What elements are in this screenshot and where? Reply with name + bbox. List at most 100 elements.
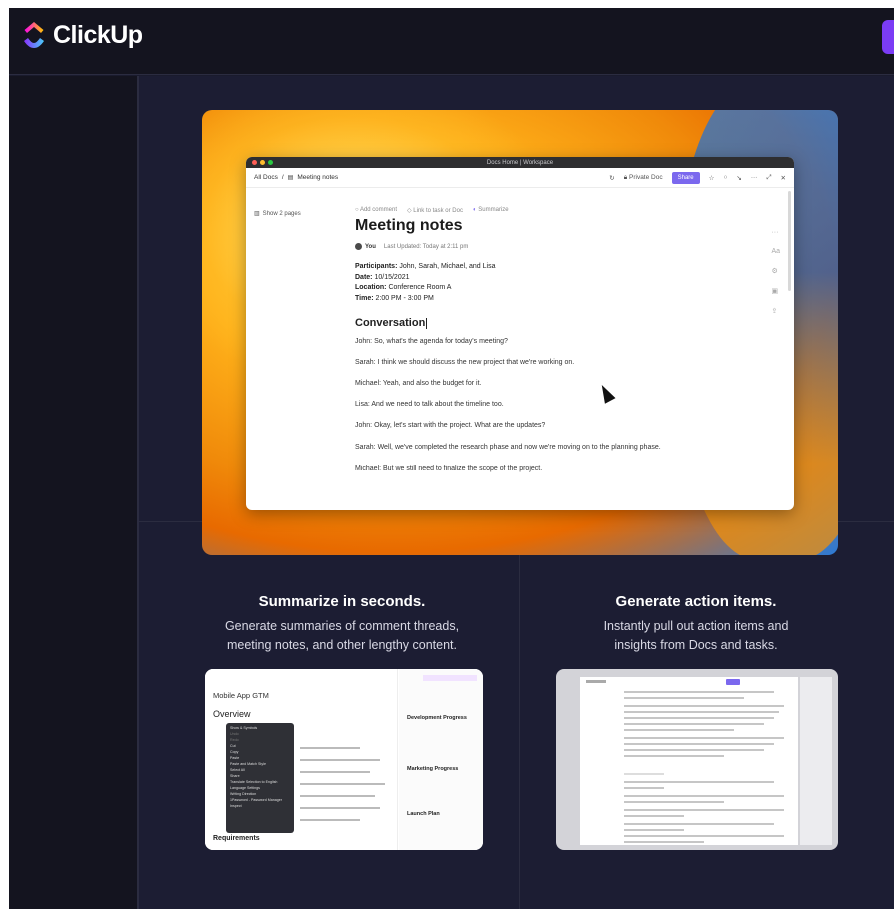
feature-description-line: Instantly pull out action items and	[603, 619, 789, 633]
maximize-window-dot[interactable]	[268, 160, 273, 165]
doc-body: ○ Add comment ◇ Link to task or Doc ◐ Su…	[355, 207, 735, 473]
pages-icon: ▥	[254, 211, 260, 217]
preview-text-line	[624, 795, 784, 797]
more-icon[interactable]: ···	[751, 174, 758, 181]
ai-icon: ◐	[472, 207, 477, 213]
clickup-logo[interactable]: ClickUp	[21, 20, 143, 50]
time-value: 2:00 PM - 3:00 PM	[373, 294, 434, 302]
font-size-icon[interactable]: Aa	[771, 248, 780, 255]
section-heading[interactable]: Conversation	[355, 317, 735, 329]
private-doc-toggle[interactable]: 🔒︎ Private Doc	[624, 174, 663, 182]
show-pages-toggle[interactable]: ▥ Show 2 pages	[254, 210, 301, 218]
more-options-icon[interactable]: ···	[771, 229, 780, 236]
image-icon[interactable]: ▣	[771, 287, 780, 295]
export-icon[interactable]: ↘	[736, 174, 741, 182]
show-pages-label: Show 2 pages	[262, 210, 301, 217]
doc-toolbar: All Docs / ▤ Meeting notes ↻ 🔒︎ Private …	[246, 168, 794, 188]
conversation-line[interactable]: Sarah: Well, we've completed the researc…	[355, 444, 735, 465]
preview-text-line	[624, 691, 774, 693]
feature-description-summarize: Generate summaries of comment threads, m…	[192, 617, 492, 655]
star-icon[interactable]: ☆	[709, 174, 715, 182]
preview-text-line	[624, 711, 779, 713]
section-heading-text: Conversation	[355, 317, 426, 330]
preview-text-line	[300, 783, 385, 785]
preview-overview-heading: Overview	[213, 709, 251, 719]
add-comment-action[interactable]: ○ Add comment	[355, 207, 397, 214]
feature-title-action-items: Generate action items.	[615, 593, 777, 610]
conversation-line[interactable]: Michael: Yeah, and also the budget for i…	[355, 380, 735, 401]
hero-screenshot: Docs Home | Workspace All Docs / ▤ Meeti…	[202, 110, 838, 555]
preview-text-line	[300, 759, 380, 761]
preview-text-line	[624, 729, 734, 731]
text-caret	[426, 317, 428, 329]
lock-icon: 🔒︎	[623, 173, 628, 181]
context-menu-item[interactable]: Inspect	[230, 804, 290, 810]
preview-share-button	[726, 679, 740, 685]
preview-show-pages	[586, 680, 606, 683]
preview-text-line	[624, 749, 764, 751]
preview-side-heading: Marketing Progress	[407, 766, 459, 772]
close-icon[interactable]: ✕	[781, 174, 786, 182]
conversation-line[interactable]: John: Okay, let's start with the project…	[355, 422, 735, 443]
link-task-label: Link to task or Doc	[413, 208, 463, 214]
feature-description-action-items: Instantly pull out action items and insi…	[546, 617, 846, 655]
window-titlebar: Docs Home | Workspace	[246, 157, 794, 168]
preview-text-line	[624, 841, 704, 843]
preview-text-line	[624, 697, 744, 699]
meeting-details: Participants: John, Sarah, Michael, and …	[355, 262, 735, 304]
doc-scrollbar[interactable]	[788, 191, 791, 291]
close-window-dot[interactable]	[252, 160, 257, 165]
preview-text-line	[624, 705, 784, 707]
minimize-window-dot[interactable]	[260, 160, 265, 165]
expand-icon[interactable]: ⤢	[766, 174, 771, 182]
link-task-action[interactable]: ◇ Link to task or Doc	[407, 207, 463, 214]
breadcrumb: All Docs / ▤ Meeting notes	[254, 174, 338, 181]
preview-doc-pane: Mobile App GTM Overview Show & Symbols U…	[205, 669, 398, 850]
preview-text-line	[624, 823, 774, 825]
upload-icon[interactable]: ⇪	[771, 307, 780, 315]
doc-actions: ○ Add comment ◇ Link to task or Doc ◐ Su…	[355, 207, 735, 214]
preview-text-line	[624, 829, 684, 831]
search-icon[interactable]: ○	[723, 174, 727, 181]
doc-icon: ▤	[287, 175, 294, 181]
doc-meta: You Last Updated: Today at 2:11 pm	[355, 243, 735, 250]
action-items-preview	[556, 669, 838, 850]
history-icon[interactable]: ↻	[609, 174, 614, 182]
preview-text-line	[624, 717, 774, 719]
preview-text-line	[624, 809, 784, 811]
signup-button[interactable]	[882, 20, 894, 54]
conversation-line[interactable]: John: So, what's the agenda for today's …	[355, 338, 735, 359]
preview-text-line	[624, 743, 774, 745]
avatar	[355, 243, 362, 250]
share-button[interactable]: Share	[671, 171, 700, 184]
conversation-line[interactable]: Lisa: And we need to talk about the time…	[355, 401, 735, 422]
breadcrumb-current[interactable]: Meeting notes	[297, 174, 338, 181]
preview-text-line	[624, 787, 664, 789]
preview-text-line	[624, 835, 784, 837]
doc-title[interactable]: Meeting notes	[355, 217, 735, 235]
feature-description-line: insights from Docs and tasks.	[614, 638, 778, 652]
preview-requirements-heading: Requirements	[213, 835, 260, 842]
preview-text-line	[624, 773, 664, 775]
side-panel	[9, 76, 138, 909]
preview-text-line	[300, 819, 360, 821]
doc-right-rail: ··· Aa ⚙ ▣ ⇪	[771, 229, 780, 315]
summarize-label: Summarize	[478, 207, 509, 213]
location-value: Conference Room A	[386, 284, 452, 292]
preview-text-line	[624, 815, 684, 817]
conversation-line[interactable]: Michael: But we still need to finalize t…	[355, 465, 735, 473]
preview-text-line	[624, 723, 764, 725]
participants-value: John, Sarah, Michael, and Lisa	[397, 263, 496, 271]
preview-text-line	[624, 801, 724, 803]
settings-icon[interactable]: ⚙	[771, 267, 780, 275]
preview-text-line	[300, 795, 375, 797]
divider-vertical	[519, 521, 520, 909]
feature-description-line: meeting notes, and other lengthy content…	[226, 638, 458, 652]
context-menu: Show & Symbols Undo Redo Cut Copy Paste …	[226, 723, 294, 833]
summarize-action[interactable]: ◐ Summarize	[473, 207, 509, 214]
conversation-line[interactable]: Sarah: I think we should discuss the new…	[355, 359, 735, 380]
breadcrumb-root[interactable]: All Docs	[254, 174, 278, 181]
preview-doc-name: Mobile App GTM	[213, 691, 269, 700]
preview-side-heading: Launch Plan	[407, 811, 440, 817]
preview-text-line	[624, 781, 774, 783]
